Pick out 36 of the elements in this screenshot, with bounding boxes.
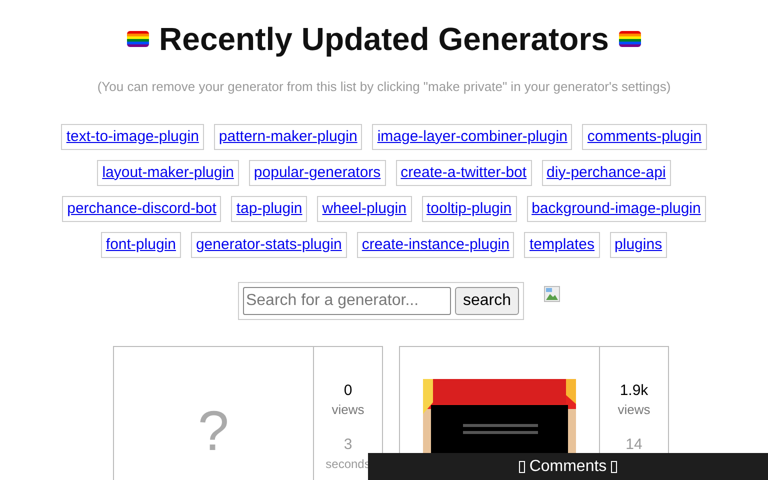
search-field[interactable]: Search for a generator... [242,287,451,315]
generator-link[interactable]: generator-stats-plugin [190,232,347,258]
question-mark: ? [198,403,230,459]
generator-link[interactable]: font-plugin [100,232,181,258]
generator-link[interactable]: image-layer-combiner-plugin [372,124,572,150]
comments-bar[interactable]: Comments [368,453,768,480]
generator-link[interactable]: create-a-twitter-bot [396,160,532,186]
box-icon [610,460,617,472]
generator-link[interactable]: tooltip-plugin [422,196,517,222]
generator-link[interactable]: comments-plugin [582,124,707,150]
views-label: views [332,401,364,419]
generator-link[interactable]: popular-generators [248,160,386,186]
generator-link[interactable]: background-image-plugin [526,196,706,222]
generator-link[interactable]: create-instance-plugin [356,232,514,258]
generator-link[interactable]: pattern-maker-plugin [214,124,362,150]
box-icon [519,460,526,472]
rainbow-flag-icon [127,31,150,47]
generator-link[interactable]: diy-perchance-api [542,160,671,186]
generator-link[interactable]: templates [524,232,600,258]
views-label: views [618,401,650,419]
views-count: 0 [344,381,352,401]
rainbow-flag-icon [618,31,641,47]
generator-link[interactable]: tap-plugin [231,196,308,222]
subtitle: (You can remove your generator from this list by clicking "make private" in your generator's settings) [97,79,671,95]
generator-link[interactable]: plugins [610,232,668,258]
page-title: Recently Updated Generators [159,20,609,58]
broken-image-icon [544,286,560,302]
generator-link[interactable]: text-to-image-plugin [61,124,204,150]
age-value: 14 [626,435,642,455]
generator-link[interactable]: perchance-discord-bot [62,196,222,222]
generator-link[interactable]: wheel-plugin [317,196,412,222]
generator-link[interactable]: layout-maker-plugin [97,160,239,186]
search-button[interactable]: search [454,287,520,315]
comments-label: Comments [529,456,607,476]
views-count: 1.9k [620,381,648,401]
age-value: 3 [344,435,352,455]
